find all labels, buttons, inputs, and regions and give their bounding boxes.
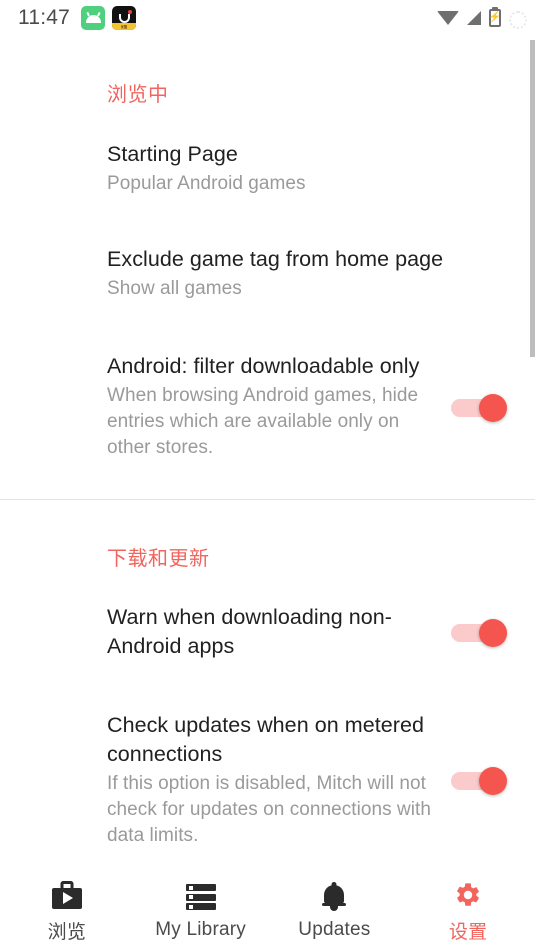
toggle-knob (479, 393, 507, 422)
section-header-downloads-updates: 下载和更新 (107, 548, 210, 570)
setting-subtitle: Popular Android games (107, 173, 306, 194)
setting-subtitle: Show all games (107, 278, 242, 299)
signal-icon (467, 11, 481, 25)
status-bar: 11:47 优酷 ⚡ (0, 0, 535, 36)
app-notification-icon-label: 优酷 (120, 24, 128, 29)
section-header-browsing: 浏览中 (107, 84, 169, 106)
setting-control (451, 767, 507, 795)
toggle-knob (479, 767, 507, 795)
setting-row-filter-downloadable-only[interactable]: Android: filter downloadable only When b… (0, 352, 535, 461)
setting-title: Check updates when on metered connection… (107, 713, 424, 766)
setting-subtitle: When browsing Android games, hide entrie… (107, 385, 419, 458)
setting-row-text: Exclude game tag from home page Show all… (107, 245, 507, 302)
setting-control (451, 619, 507, 647)
bottom-navigation-bar: 浏览 My Library Updates 设置 (0, 871, 535, 951)
battery-charging-icon: ⚡ (489, 9, 501, 27)
vertical-scrollbar[interactable] (530, 40, 535, 357)
app-notification-icon: 优酷 (112, 6, 136, 30)
status-bar-clock: 11:47 (18, 6, 70, 29)
nav-item-updates[interactable]: Updates (268, 872, 402, 951)
gear-icon (454, 880, 482, 910)
settings-scroll-area[interactable]: 浏览中 Starting Page Popular Android games … (0, 36, 535, 871)
status-bar-system-icons: ⚡ (437, 9, 523, 27)
setting-title: Android: filter downloadable only (107, 354, 420, 378)
nav-label-browse: 浏览 (47, 921, 87, 943)
setting-row-exclude-game-tag[interactable]: Exclude game tag from home page Show all… (0, 245, 535, 302)
setting-row-check-updates-metered[interactable]: Check updates when on metered connection… (0, 711, 535, 849)
nav-item-settings[interactable]: 设置 (401, 872, 535, 951)
setting-row-text: Warn when downloading non-Android apps (107, 603, 451, 661)
settings-screen: 11:47 优酷 ⚡ 浏览中 Starting Page Popular And… (0, 0, 535, 951)
toggle-filter-downloadable-only[interactable] (451, 393, 507, 422)
setting-control (451, 393, 507, 422)
setting-title: Exclude game tag from home page (107, 247, 444, 271)
setting-row-text: Starting Page Popular Android games (107, 140, 507, 197)
android-app-icon (81, 6, 105, 30)
setting-title: Warn when downloading non-Android apps (107, 605, 392, 658)
setting-row-warn-non-android[interactable]: Warn when downloading non-Android apps (0, 603, 535, 661)
setting-subtitle: If this option is disabled, Mitch will n… (107, 773, 431, 846)
nav-item-my-library[interactable]: My Library (134, 872, 268, 951)
setting-row-text: Android: filter downloadable only When b… (107, 352, 451, 461)
library-list-icon (185, 882, 216, 912)
nav-item-browse[interactable]: 浏览 (0, 872, 134, 951)
nav-label-updates: Updates (298, 919, 371, 940)
status-bar-extra-icon (509, 11, 523, 25)
bell-icon (322, 882, 347, 912)
status-bar-notification-icons: 优酷 (81, 6, 136, 30)
setting-title: Starting Page (107, 142, 238, 166)
wifi-icon (437, 11, 459, 25)
nav-label-my-library: My Library (155, 919, 246, 940)
setting-row-text: Check updates when on metered connection… (107, 711, 451, 849)
toggle-warn-non-android[interactable] (451, 619, 507, 647)
toggle-check-updates-metered[interactable] (451, 767, 507, 795)
setting-row-starting-page[interactable]: Starting Page Popular Android games (0, 140, 535, 197)
settings-list: 浏览中 Starting Page Popular Android games … (0, 36, 535, 855)
store-icon (51, 880, 82, 910)
toggle-knob (479, 619, 507, 647)
nav-label-settings: 设置 (448, 921, 488, 943)
